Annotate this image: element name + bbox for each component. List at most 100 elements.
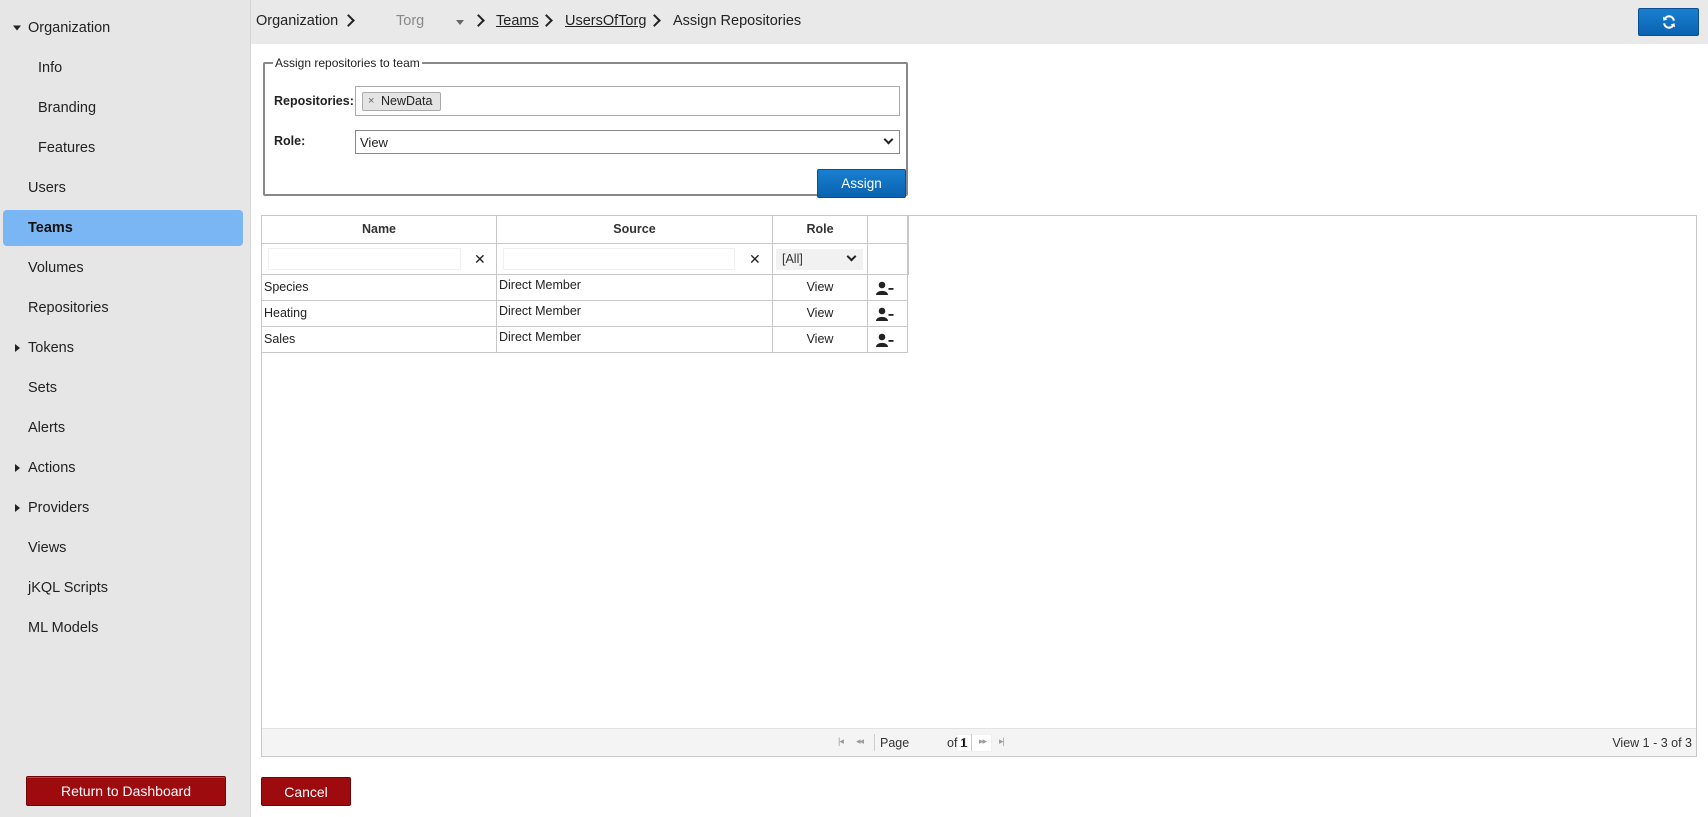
filter-cell-actions (868, 244, 908, 275)
sidebar-item-label: jKQL Scripts (28, 580, 109, 596)
clear-name-filter-icon[interactable]: ✕ (474, 251, 486, 268)
sidebar-item-label: Tokens (28, 340, 74, 356)
sidebar-item-teams[interactable]: Teams (3, 210, 243, 246)
main-content: Assign repositories to team Repositories… (251, 44, 1708, 817)
remove-user-icon[interactable] (876, 333, 894, 347)
sidebar-item-features[interactable]: Features (3, 130, 243, 166)
chevron-right-icon (540, 14, 553, 27)
cell-name: Species (262, 275, 497, 301)
sidebar-item-label: Users (28, 180, 66, 196)
clear-source-filter-icon[interactable]: ✕ (749, 251, 761, 268)
filter-cell-role: [All] (773, 244, 868, 275)
page-total: of 1 (947, 736, 968, 750)
chevron-right-icon (648, 14, 661, 27)
breadcrumb-organization[interactable]: Organization (256, 13, 338, 29)
refresh-button[interactable] (1638, 8, 1699, 36)
last-page-icon[interactable]: ▸| (999, 736, 1005, 747)
pager-separator (874, 734, 875, 751)
grid-pager: |◂ ◂◂ Page of 1 ▸▸ ▸| View 1 - 3 of 3 (262, 728, 1696, 756)
cell-name: Heating (262, 301, 497, 327)
sidebar-item-actions[interactable]: Actions (3, 450, 243, 486)
sidebar-item-alerts[interactable]: Alerts (3, 410, 243, 446)
chip-remove-icon[interactable]: × (368, 93, 374, 110)
breadcrumb-team[interactable]: UsersOfTorg (565, 13, 646, 29)
chip-label: NewData (381, 94, 433, 108)
column-header-actions (868, 216, 908, 244)
page-label: Page (880, 736, 910, 750)
first-page-icon[interactable]: |◂ (838, 736, 844, 747)
cell-actions (868, 327, 908, 353)
return-to-dashboard-button[interactable]: Return to Dashboard (26, 776, 226, 806)
cell-actions (868, 301, 908, 327)
caret-right-icon (15, 344, 20, 352)
sidebar-item-label: ML Models (28, 620, 99, 636)
members-grid: Name Source Role ✕ ✕ [All] Species Direc… (261, 215, 1697, 757)
repositories-input[interactable]: × NewData (355, 86, 900, 116)
cell-source: Direct Member (497, 275, 773, 301)
cell-actions (868, 275, 908, 301)
view-count: View 1 - 3 of 3 (1612, 736, 1692, 750)
cell-role: View (773, 327, 868, 353)
role-filter-value: [All] (782, 252, 803, 266)
cell-source: Direct Member (497, 327, 773, 353)
caret-right-icon (15, 464, 20, 472)
sidebar-item-label: Actions (28, 460, 76, 476)
breadcrumb-current: Assign Repositories (673, 13, 802, 29)
sidebar-item-volumes[interactable]: Volumes (3, 250, 243, 286)
sidebar-item-providers[interactable]: Providers (3, 490, 243, 526)
grid-divider (908, 216, 909, 275)
sidebar-item-branding[interactable]: Branding (3, 90, 243, 126)
form-legend: Assign repositories to team (275, 56, 420, 70)
sidebar-item-ml-models[interactable]: ML Models (3, 610, 243, 646)
pager-separator (971, 734, 972, 751)
cell-source: Direct Member (497, 301, 773, 327)
sidebar-item-info[interactable]: Info (3, 50, 243, 86)
sidebar-item-users[interactable]: Users (3, 170, 243, 206)
role-select-value: View (360, 135, 388, 150)
source-filter-input[interactable] (503, 248, 735, 270)
filter-cell-name: ✕ (262, 244, 497, 275)
dropdown-arrow-icon[interactable] (456, 20, 464, 25)
sidebar: Organization Info Branding Features User… (0, 0, 251, 817)
sidebar-item-label: Views (28, 540, 67, 556)
chevron-down-icon (846, 251, 857, 262)
sidebar-item-tokens[interactable]: Tokens (3, 330, 243, 366)
filter-cell-source: ✕ (497, 244, 773, 275)
sidebar-item-label: Organization (28, 20, 111, 36)
chevron-right-icon (342, 14, 355, 27)
sidebar-item-label: Branding (38, 100, 97, 116)
org-select[interactable]: Torg (396, 13, 424, 29)
next-page-icon[interactable]: ▸▸ (979, 736, 987, 747)
role-select[interactable]: View (355, 130, 900, 154)
sidebar-item-organization[interactable]: Organization (3, 10, 243, 46)
remove-user-icon[interactable] (876, 307, 894, 321)
sidebar-item-views[interactable]: Views (3, 530, 243, 566)
cell-role: View (773, 301, 868, 327)
remove-user-icon[interactable] (876, 281, 894, 295)
sidebar-item-label: Teams (28, 220, 73, 236)
sidebar-item-jkql-scripts[interactable]: jKQL Scripts (3, 570, 243, 606)
column-header-role[interactable]: Role (773, 216, 868, 244)
sidebar-item-label: Alerts (28, 420, 66, 436)
name-filter-input[interactable] (268, 248, 461, 270)
chevron-down-icon (883, 134, 894, 145)
role-label: Role: (274, 134, 306, 148)
cancel-button[interactable]: Cancel (261, 777, 351, 806)
breadcrumb-teams[interactable]: Teams (496, 13, 539, 29)
sidebar-item-repositories[interactable]: Repositories (3, 290, 243, 326)
cell-role: View (773, 275, 868, 301)
repositories-label: Repositories: (274, 94, 354, 108)
chevron-right-icon (472, 14, 485, 27)
caret-right-icon (15, 504, 20, 512)
role-filter-select[interactable]: [All] (776, 249, 863, 270)
repo-chip: × NewData (362, 92, 442, 111)
column-header-source[interactable]: Source (497, 216, 773, 244)
sidebar-item-sets[interactable]: Sets (3, 370, 243, 406)
sidebar-item-label: Repositories (28, 300, 109, 316)
caret-down-icon (13, 25, 21, 31)
prev-page-icon[interactable]: ◂◂ (856, 736, 864, 747)
assign-button[interactable]: Assign (817, 169, 906, 198)
sidebar-item-label: Volumes (28, 260, 84, 276)
column-header-name[interactable]: Name (262, 216, 497, 244)
refresh-icon (1662, 15, 1675, 29)
